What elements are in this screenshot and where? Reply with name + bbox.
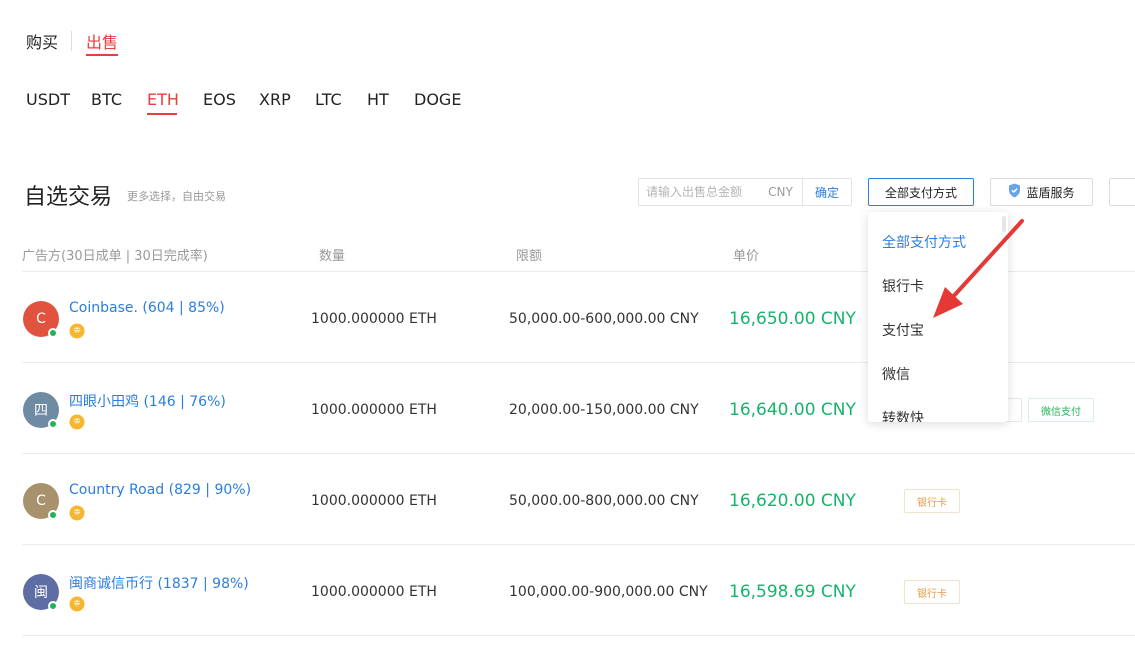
payment-method-select-label: 全部支付方式	[884, 185, 957, 200]
table-row: C Country Road (829 | 90%) 1000.000000 E…	[0, 454, 1135, 545]
amount-filter: CNY 确定	[638, 178, 852, 206]
coin-tab-ltc[interactable]: LTC	[315, 90, 342, 109]
row-divider	[22, 635, 1135, 636]
merchant-link[interactable]: Country Road (829 | 90%)	[69, 482, 251, 498]
header-quantity: 数量	[319, 249, 346, 264]
quantity-value: 1000.000000 ETH	[311, 402, 437, 418]
payment-method-select[interactable]: 全部支付方式	[868, 178, 974, 206]
payment-method-dropdown: 全部支付方式 银行卡 支付宝 微信 转数快	[868, 212, 1008, 422]
price-value: 16,620.00 CNY	[729, 491, 856, 511]
diamond-badge-icon	[69, 505, 85, 521]
limit-value: 50,000.00-800,000.00 CNY	[509, 493, 699, 509]
header-advertiser: 广告方(30日成单 | 30日完成率)	[22, 249, 208, 264]
header-limit: 限额	[516, 249, 543, 264]
diamond-badge-icon	[69, 323, 85, 339]
coin-tab-doge[interactable]: DOGE	[414, 90, 461, 109]
diamond-badge-icon	[69, 596, 85, 612]
online-status-dot	[48, 510, 58, 520]
eth-tab-underline	[147, 113, 177, 115]
limit-value: 100,000.00-900,000.00 CNY	[509, 584, 708, 600]
limit-value: 50,000.00-600,000.00 CNY	[509, 311, 699, 327]
table-row: 闽 闽商诚信币行 (1837 | 98%) 1000.000000 ETH 10…	[0, 545, 1135, 636]
price-value: 16,640.00 CNY	[729, 400, 856, 420]
diamond-badge-icon	[69, 414, 85, 430]
limit-value: 20,000.00-150,000.00 CNY	[509, 402, 699, 418]
price-value: 16,650.00 CNY	[729, 309, 856, 329]
dropdown-item-fps[interactable]: 转数快	[882, 408, 924, 422]
quantity-value: 1000.000000 ETH	[311, 584, 437, 600]
online-status-dot	[48, 328, 58, 338]
quantity-value: 1000.000000 ETH	[311, 493, 437, 509]
sell-tab[interactable]: 出售	[86, 29, 118, 53]
payment-tag-bank-card: 银行卡	[904, 489, 960, 513]
shield-service-label: 蓝盾服务	[1026, 185, 1075, 200]
payment-tag-wechat: 微信支付	[1028, 398, 1094, 422]
quantity-value: 1000.000000 ETH	[311, 311, 437, 327]
section-subtitle: 更多选择，自由交易	[127, 190, 226, 203]
online-status-dot	[48, 601, 58, 611]
merchant-link[interactable]: Coinbase. (604 | 85%)	[69, 300, 225, 316]
merchant-link[interactable]: 闽商诚信币行 (1837 | 98%)	[69, 573, 249, 593]
coin-tab-usdt[interactable]: USDT	[26, 90, 70, 109]
coin-tab-btc[interactable]: BTC	[91, 90, 122, 109]
dropdown-scrollbar[interactable]	[1002, 216, 1006, 232]
amount-unit: CNY	[768, 185, 793, 199]
online-status-dot	[48, 419, 58, 429]
tab-divider	[71, 31, 72, 51]
header-price: 单价	[733, 249, 760, 264]
dropdown-item-wechat[interactable]: 微信	[882, 364, 910, 384]
amount-input[interactable]	[639, 179, 759, 205]
more-filter-button[interactable]	[1109, 178, 1135, 206]
buy-tab[interactable]: 购买	[26, 29, 58, 53]
dropdown-item-alipay[interactable]: 支付宝	[882, 320, 924, 340]
coin-tab-eth[interactable]: ETH	[147, 90, 179, 109]
amount-confirm-button[interactable]: 确定	[802, 179, 851, 205]
dropdown-item-bank-card[interactable]: 银行卡	[882, 276, 924, 296]
price-value: 16,598.69 CNY	[729, 582, 856, 602]
payment-tag-bank-card: 银行卡	[904, 580, 960, 604]
coin-tab-ht[interactable]: HT	[367, 90, 389, 109]
dropdown-item-all[interactable]: 全部支付方式	[882, 232, 966, 252]
coin-tab-xrp[interactable]: XRP	[259, 90, 291, 109]
merchant-link[interactable]: 四眼小田鸡 (146 | 76%)	[69, 391, 226, 411]
sell-tab-underline	[86, 54, 118, 56]
coin-tab-eos[interactable]: EOS	[203, 90, 236, 109]
shield-service-button[interactable]: 蓝盾服务	[990, 178, 1093, 206]
shield-icon	[1008, 183, 1021, 201]
section-title: 自选交易	[24, 185, 113, 210]
